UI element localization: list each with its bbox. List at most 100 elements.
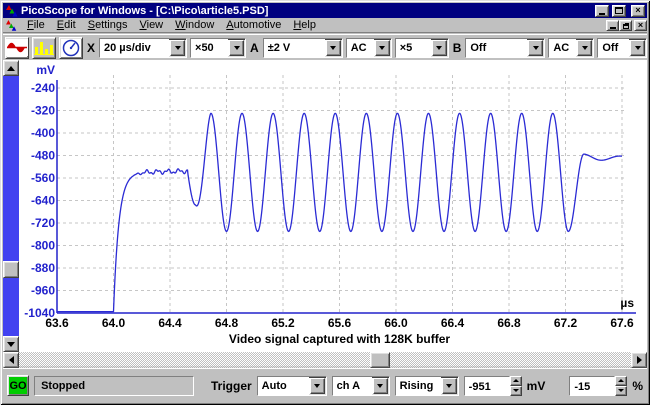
spin-up-button[interactable]: [510, 376, 522, 386]
trigger-level-spinner: [464, 376, 522, 396]
timebase-select[interactable]: 20 µs/div: [99, 38, 187, 58]
maximize-button[interactable]: [612, 5, 626, 17]
pre-trigger-spinner: [569, 376, 627, 396]
pre-trigger-input[interactable]: [570, 377, 614, 395]
channel-a-offset-scrollbar[interactable]: [3, 60, 19, 352]
x-tick-label: 66.8: [497, 316, 521, 330]
channel-a-range-select[interactable]: ±2 V: [263, 38, 343, 58]
channel-a-label: A: [250, 41, 259, 55]
chevron-down-icon[interactable]: [375, 40, 390, 56]
x-tick-label: 64.4: [158, 316, 182, 330]
y-tick-label: -560: [31, 171, 55, 185]
channel-a-multiplier-select[interactable]: ×5: [395, 38, 449, 58]
channel-a-coupling-select[interactable]: AC: [346, 38, 392, 58]
arrow-up-icon: [7, 62, 15, 71]
menu-item-help[interactable]: Help: [287, 18, 322, 32]
child-minimize-button[interactable]: [606, 20, 619, 31]
x-tick-label: 66.0: [384, 316, 408, 330]
spectrum-bars-icon: [33, 39, 55, 56]
x-tick-label: 67.6: [610, 316, 634, 330]
scope-view-button[interactable]: [5, 37, 29, 59]
menu-item-window[interactable]: Window: [169, 18, 220, 32]
y-tick-label: -400: [31, 126, 55, 140]
arrow-down-icon: [618, 389, 624, 395]
y-tick-label: -880: [31, 261, 55, 275]
scrollbar-thumb[interactable]: [370, 352, 390, 368]
channel-b-multiplier-select[interactable]: Off: [597, 38, 647, 58]
child-minimize-icon: [610, 27, 616, 29]
window-title: PicoScope for Windows - [C:\Pico\article…: [21, 5, 592, 17]
x-multiplier-value: ×50: [191, 39, 228, 57]
trigger-mode-select[interactable]: Auto: [257, 376, 327, 396]
maximize-icon: [615, 7, 623, 14]
arrow-left-icon: [5, 356, 14, 364]
trigger-edge-select[interactable]: Rising: [395, 376, 459, 396]
pre-trigger-unit: %: [632, 379, 643, 393]
x-tick-label: 66.4: [441, 316, 465, 330]
channel-b-coupling-value: AC: [549, 39, 576, 57]
menu-item-edit[interactable]: Edit: [51, 18, 82, 32]
scroll-down-button[interactable]: [3, 336, 19, 352]
chevron-down-icon[interactable]: [310, 378, 325, 394]
scope-display-area: 63.664.064.464.865.265.666.066.466.867.2…: [3, 60, 647, 352]
child-restore-button[interactable]: [619, 20, 632, 31]
chevron-down-icon[interactable]: [229, 40, 244, 56]
x-unit-label: µs: [620, 296, 634, 310]
waveform-chart: 63.664.064.464.865.265.666.066.466.867.2…: [19, 60, 647, 352]
child-close-icon: ×: [638, 21, 643, 30]
close-button[interactable]: ×: [631, 5, 645, 17]
go-button[interactable]: GO: [7, 375, 29, 396]
chevron-down-icon[interactable]: [442, 378, 457, 394]
chevron-down-icon[interactable]: [326, 40, 341, 56]
app-window: PicoScope for Windows - [C:\Pico\article…: [0, 0, 650, 405]
chevron-down-icon[interactable]: [170, 40, 185, 56]
x-tick-label: 65.6: [328, 316, 352, 330]
meter-view-button[interactable]: [59, 37, 83, 59]
menu-item-automotive[interactable]: Automotive: [220, 18, 287, 32]
menu-item-settings[interactable]: Settings: [82, 18, 134, 32]
channel-b-coupling-select[interactable]: AC: [548, 38, 594, 58]
arrow-right-icon: [637, 356, 646, 364]
trigger-channel-select[interactable]: ch A: [332, 376, 390, 396]
chart-caption: Video signal captured with 128K buffer: [229, 332, 450, 346]
channel-b-range-select[interactable]: Off: [465, 38, 545, 58]
chevron-down-icon[interactable]: [432, 40, 447, 56]
spin-up-button[interactable]: [615, 376, 627, 386]
scroll-right-button[interactable]: [631, 352, 647, 368]
menu-item-view[interactable]: View: [133, 18, 169, 32]
minimize-button[interactable]: [595, 5, 609, 17]
y-tick-label: -480: [31, 149, 55, 163]
status-state: Stopped: [34, 376, 194, 396]
arrow-up-icon: [618, 376, 624, 382]
channel-b-label: B: [453, 41, 462, 55]
x-tick-label: 64.0: [102, 316, 126, 330]
scroll-up-button[interactable]: [3, 60, 19, 76]
minimize-icon: [599, 13, 605, 15]
y-tick-label: -640: [31, 194, 55, 208]
y-tick-label: -240: [31, 81, 55, 95]
chevron-down-icon[interactable]: [630, 40, 645, 56]
y-tick-label: -1040: [24, 306, 55, 320]
time-scrollbar[interactable]: [3, 352, 647, 368]
x-multiplier-select[interactable]: ×50: [190, 38, 246, 58]
scroll-left-button[interactable]: [3, 352, 19, 368]
x-tick-label: 64.8: [215, 316, 239, 330]
x-tick-label: 67.2: [554, 316, 578, 330]
spin-down-button[interactable]: [615, 386, 627, 396]
chevron-down-icon[interactable]: [577, 40, 592, 56]
scrollbar-track[interactable]: [3, 76, 19, 336]
child-close-button[interactable]: ×: [634, 20, 647, 31]
timebase-value: 20 µs/div: [100, 39, 169, 57]
chevron-down-icon[interactable]: [373, 378, 388, 394]
menu-item-file[interactable]: File: [21, 18, 51, 32]
trigger-level-input[interactable]: [465, 377, 509, 395]
spectrum-view-button[interactable]: [32, 37, 56, 59]
channel-a-multiplier-value: ×5: [396, 39, 431, 57]
trigger-label: Trigger: [211, 379, 252, 393]
spin-down-button[interactable]: [510, 386, 522, 396]
chevron-down-icon[interactable]: [528, 40, 543, 56]
scrollbar-thumb[interactable]: [3, 261, 19, 278]
trigger-channel-value: ch A: [333, 377, 372, 395]
document-icon: [5, 19, 17, 31]
channel-a-coupling-value: AC: [347, 39, 374, 57]
